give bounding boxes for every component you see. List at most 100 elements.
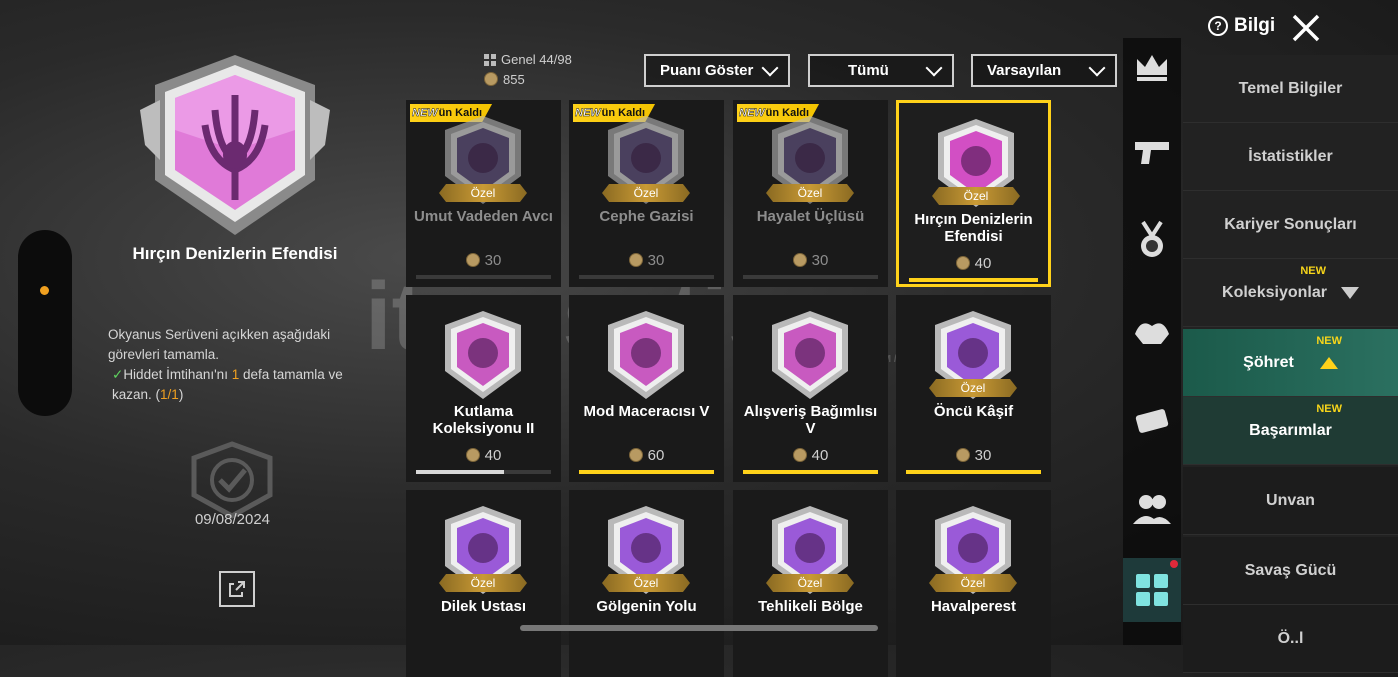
achievement-badge-icon: [445, 311, 521, 399]
menu-item-9[interactable]: Ö..l: [1183, 605, 1398, 673]
special-label: Özel: [602, 184, 690, 202]
filter-all-dropdown[interactable]: Tümü: [808, 54, 954, 87]
menu-item-label: Savaş Gücü: [1244, 561, 1337, 579]
chevron-down-icon: [761, 59, 779, 76]
achievement-card[interactable]: Kutlama Koleksiyonu II 40: [406, 295, 561, 482]
menu-item-6[interactable]: Başarımlar NEW: [1183, 397, 1398, 465]
side-scroll-pill[interactable]: [18, 230, 72, 416]
check-icon: ✓: [112, 367, 124, 382]
achievement-card[interactable]: Özel Tehlikeli Bölge: [733, 490, 888, 677]
new-badge: NEW: [1316, 403, 1342, 415]
friends-icon: [1133, 495, 1171, 524]
task-line: ✓Hiddet İmtihanı'nı 1 defa tamamla ve ka…: [108, 365, 378, 405]
menu-item-label: Temel Bilgiler: [1238, 79, 1343, 97]
achievement-name: Hırçın Denizlerin Efendisi: [914, 211, 1033, 245]
achievement-badge-icon: [608, 311, 684, 399]
special-label: Özel: [932, 187, 1020, 205]
achievement-card[interactable]: Alışveriş Bağımlısı V 40: [733, 295, 888, 482]
grid-scrollbar[interactable]: [520, 625, 878, 631]
achievement-points: 40: [899, 255, 1048, 272]
menu-item-1[interactable]: Temel Bilgiler: [1183, 55, 1398, 123]
show-points-dropdown[interactable]: Puanı Göster: [644, 54, 790, 87]
menu-item-label: Kariyer Sonuçları: [1224, 215, 1357, 233]
special-label: Özel: [929, 379, 1017, 397]
menu-item-3[interactable]: Kariyer Sonuçları: [1183, 191, 1398, 259]
progress-bar: [416, 275, 551, 279]
achievement-points: 30: [733, 252, 888, 269]
achievement-card[interactable]: NEWün Kaldı Özel Umut Vadeden Avcı 30: [406, 100, 561, 287]
progress-bar: [909, 278, 1038, 282]
progress-bar-fill: [909, 278, 1038, 282]
coin-total: 855: [484, 72, 525, 87]
triangle-up-icon: [1319, 356, 1338, 369]
task-text-end: ): [178, 387, 184, 402]
grid-small-icon: [484, 54, 496, 66]
task-progress: 1/1: [160, 387, 179, 402]
menu-item-2[interactable]: İstatistikler: [1183, 123, 1398, 191]
special-label: Özel: [766, 574, 854, 592]
coin-icon: [792, 253, 807, 267]
achievement-name: Havalperest: [930, 598, 1017, 615]
menu-item-4[interactable]: Koleksiyonlar NEW: [1183, 259, 1398, 327]
menu-item-label: Unvan: [1266, 491, 1315, 509]
side-indicator-dot: [40, 286, 49, 295]
achievement-name: Cephe Gazisi: [599, 208, 694, 225]
progress-bar-fill: [579, 470, 714, 474]
achievement-badge-icon: [772, 311, 848, 399]
progress-bar: [579, 470, 714, 474]
info-button[interactable]: ? Bilgi: [1208, 15, 1275, 37]
new-badge: NEW: [1316, 335, 1342, 347]
triangle-down-icon: [1340, 286, 1359, 299]
grid-icon: [1136, 574, 1168, 606]
achievement-points: 30: [569, 252, 724, 269]
rail-tab-muscle[interactable]: [1131, 310, 1173, 352]
achievement-card[interactable]: Özel Havalperest: [896, 490, 1051, 677]
notification-dot: [1170, 560, 1178, 568]
achievement-points: 40: [406, 447, 561, 464]
selected-badge-title: Hırçın Denizlerin Efendisi: [132, 244, 338, 263]
achievement-points: 30: [406, 252, 561, 269]
menu-item-8[interactable]: Savaş Gücü: [1183, 537, 1398, 605]
progress-bar: [743, 470, 878, 474]
coin-icon: [465, 448, 480, 462]
achievement-card[interactable]: Özel Öncü Kâşif 30: [896, 295, 1051, 482]
achievement-name: Hayalet Üçlüsü: [756, 208, 865, 225]
close-button[interactable]: [1290, 12, 1322, 44]
description-line: Okyanus Serüveni açıkken aşağıdaki görev…: [108, 327, 331, 362]
rail-tab-crown[interactable]: [1131, 45, 1173, 87]
general-count: Genel 44/98: [484, 52, 572, 67]
special-label: Özel: [929, 574, 1017, 592]
progress-bar-fill: [416, 470, 504, 474]
coin-icon: [955, 256, 970, 270]
progress-bar: [906, 470, 1041, 474]
rail-tab-medal[interactable]: [1131, 218, 1173, 260]
progress-bar: [416, 470, 551, 474]
menu-item-5[interactable]: Şöhret NEW: [1183, 329, 1398, 397]
share-button[interactable]: [219, 571, 255, 607]
achievement-card[interactable]: Özel Gölgenin Yolu: [569, 490, 724, 677]
menu-item-7[interactable]: Unvan: [1183, 467, 1398, 535]
rail-tab-pistol[interactable]: [1131, 130, 1173, 172]
sort-dropdown[interactable]: Varsayılan: [971, 54, 1117, 87]
completion-date: 09/08/2024: [194, 511, 271, 528]
coin-icon: [465, 253, 480, 267]
achievement-card[interactable]: Özel Hırçın Denizlerin Efendisi 40: [896, 100, 1051, 287]
achievement-card[interactable]: NEWün Kaldı Özel Cephe Gazisi 30: [569, 100, 724, 287]
achievement-points: 40: [733, 447, 888, 464]
achievement-name: Dilek Ustası: [440, 598, 527, 615]
vehicle-icon: [1135, 409, 1169, 433]
progress-bar: [743, 275, 878, 279]
achievement-card[interactable]: Özel Dilek Ustası: [406, 490, 561, 677]
chevron-down-icon: [925, 59, 943, 76]
achievement-card[interactable]: NEWün Kaldı Özel Hayalet Üçlüsü 30: [733, 100, 888, 287]
rail-tab-vehicle[interactable]: [1131, 400, 1173, 442]
coin-icon: [628, 253, 643, 267]
achievement-name: Umut Vadeden Avcı: [414, 208, 553, 225]
achievement-name: Mod Maceracısı V: [583, 403, 710, 420]
pistol-icon: [1135, 142, 1169, 164]
selected-badge-icon: [140, 55, 330, 235]
selected-badge-description: Okyanus Serüveni açıkken aşağıdaki görev…: [108, 325, 378, 405]
rail-tab-friends[interactable]: [1131, 488, 1173, 530]
share-icon: [229, 581, 245, 597]
achievement-card[interactable]: Mod Maceracısı V 60: [569, 295, 724, 482]
